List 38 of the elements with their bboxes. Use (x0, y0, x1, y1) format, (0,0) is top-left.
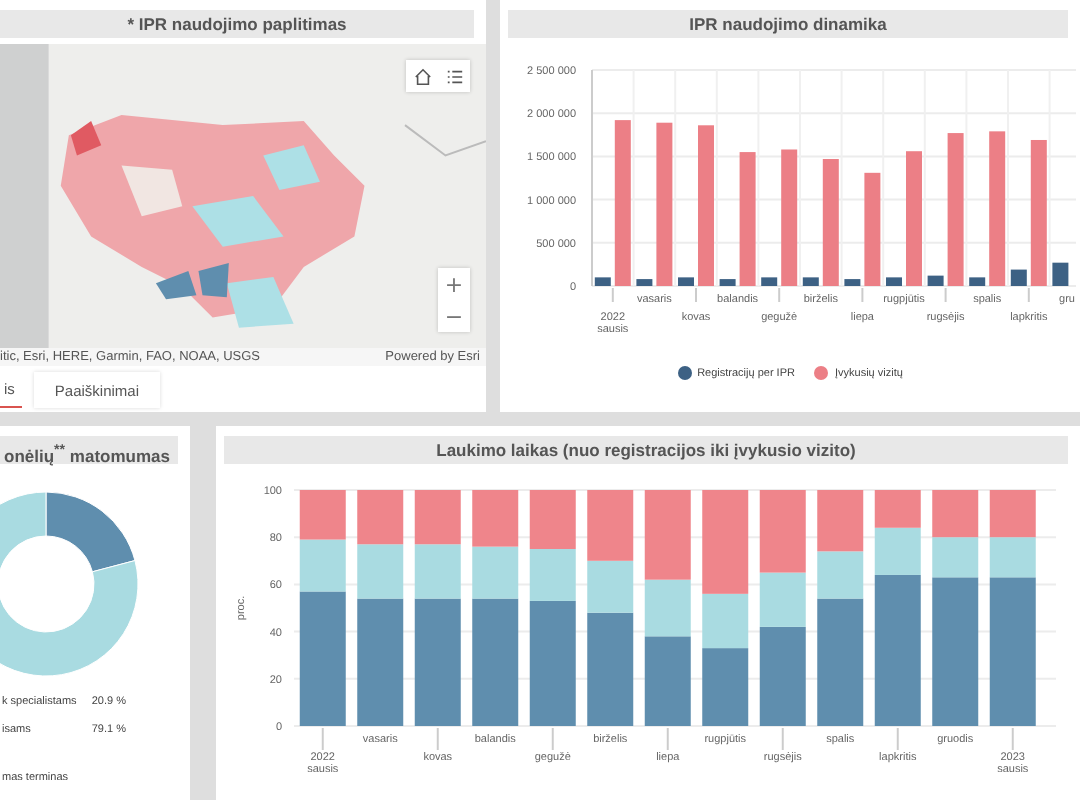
bar (969, 277, 986, 286)
bar (781, 149, 798, 286)
layer-list-button[interactable] (438, 60, 470, 92)
panel-title: onėlių$^{**}$ matomumas (0, 436, 178, 464)
list-icon (445, 67, 463, 85)
bar-segment (414, 490, 461, 545)
bar-segment (587, 490, 634, 561)
bar-segment (357, 490, 404, 545)
bar (636, 279, 653, 286)
bar (864, 172, 881, 286)
bar-segment (299, 490, 346, 540)
bar (761, 277, 778, 286)
bar-segment (529, 490, 576, 549)
bar (802, 277, 819, 286)
panel-title: * IPR naudojimo paplitimas (0, 10, 474, 38)
zoom-in-button[interactable]: + (438, 268, 470, 300)
zoom-out-button[interactable]: − (438, 300, 470, 332)
bar-segment (702, 648, 749, 726)
bar (906, 151, 922, 286)
home-button[interactable] (406, 60, 438, 92)
bar (822, 159, 839, 286)
bar (678, 277, 694, 286)
bar (594, 277, 611, 286)
bar (844, 279, 861, 286)
bar-segment (932, 490, 979, 538)
bar (719, 279, 736, 286)
bar (739, 152, 756, 286)
bar (1052, 262, 1069, 286)
bar (927, 275, 944, 286)
bar-segment (817, 490, 864, 552)
home-icon (413, 67, 431, 85)
panel-title: IPR naudojimo dinamika (508, 10, 1068, 38)
bar (1010, 269, 1027, 286)
bar-segment (989, 490, 1036, 538)
bar-segment (472, 490, 519, 547)
bar (886, 277, 902, 286)
panel-title: Laukimo laikas (nuo registracijos iki įvykusio vizito) (224, 436, 1068, 464)
bar-segment (874, 490, 921, 528)
